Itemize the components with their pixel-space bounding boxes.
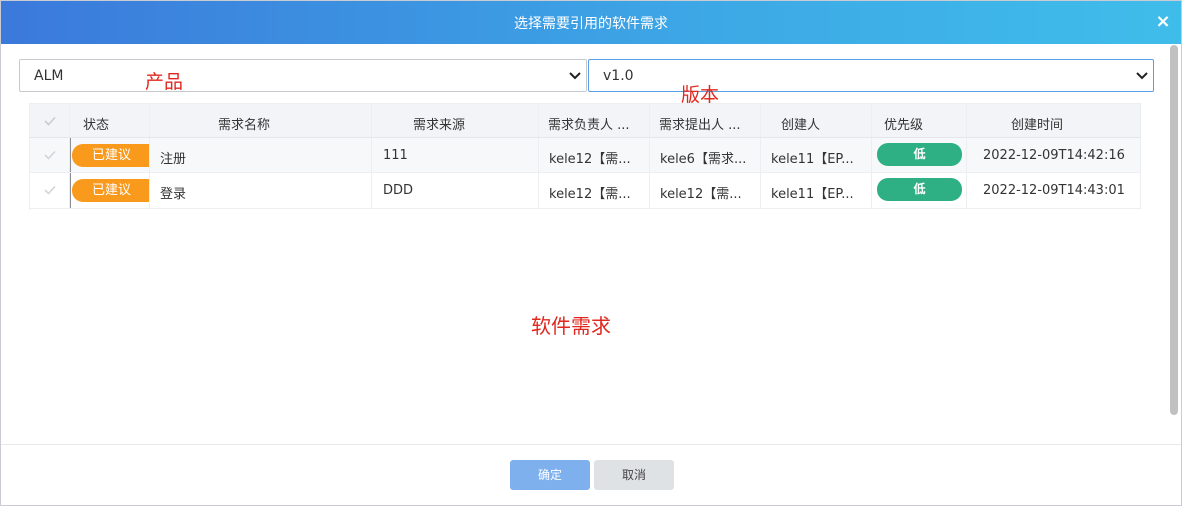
priority-badge: 低 — [877, 178, 962, 201]
column-header-name[interactable]: 需求名称 — [150, 104, 372, 137]
column-header-priority[interactable]: 优先级 — [872, 104, 967, 137]
column-header-proposer[interactable]: 需求提出人 ... — [650, 104, 761, 137]
dialog: 选择需要引用的软件需求 × ALM 产品 v1.0 版本 状态 需求名称 需求来… — [0, 0, 1182, 506]
column-header-owner[interactable]: 需求负责人 ... — [539, 104, 650, 137]
dialog-titlebar: 选择需要引用的软件需求 × — [1, 1, 1181, 44]
creator-cell: kele11【EP... — [761, 173, 872, 208]
row-checkbox[interactable] — [30, 138, 70, 172]
requirements-table: 状态 需求名称 需求来源 需求负责人 ... 需求提出人 ... 创建人 优先级… — [29, 103, 1141, 210]
close-icon[interactable]: × — [1153, 12, 1173, 32]
source-cell: DDD — [372, 173, 539, 208]
status-badge: 已建议 — [72, 144, 149, 167]
check-icon — [44, 150, 56, 160]
table-row[interactable]: 已建议 登录 DDD kele12【需... kele12【需... kele1… — [30, 173, 1141, 209]
chevron-down-icon — [1136, 72, 1148, 80]
chevron-down-icon — [569, 72, 581, 80]
scrollbar-thumb[interactable] — [1170, 45, 1178, 415]
vertical-scrollbar[interactable] — [1169, 45, 1181, 444]
column-header-source[interactable]: 需求来源 — [372, 104, 539, 137]
name-cell: 注册 — [150, 138, 372, 172]
created-cell: 2022-12-09T14:42:16 — [967, 138, 1141, 172]
product-select[interactable]: ALM — [19, 59, 587, 92]
status-cell: 已建议 — [70, 173, 150, 208]
footer-divider — [1, 444, 1181, 445]
table-row[interactable]: 已建议 注册 111 kele12【需... kele6【需求... kele1… — [30, 138, 1141, 173]
version-select[interactable]: v1.0 — [588, 59, 1154, 92]
cancel-button[interactable]: 取消 — [594, 460, 674, 490]
version-select-value: v1.0 — [603, 68, 634, 84]
dialog-title: 选择需要引用的软件需求 — [514, 16, 668, 32]
product-annotation: 产品 — [145, 71, 184, 93]
check-icon — [44, 116, 56, 126]
priority-cell: 低 — [872, 173, 967, 208]
owner-cell: kele12【需... — [539, 138, 650, 172]
check-icon — [44, 185, 56, 195]
owner-cell: kele12【需... — [539, 173, 650, 208]
proposer-cell: kele12【需... — [650, 173, 761, 208]
source-cell: 111 — [372, 138, 539, 172]
priority-cell: 低 — [872, 138, 967, 172]
column-header-created[interactable]: 创建时间 — [967, 104, 1141, 137]
status-badge: 已建议 — [72, 179, 149, 202]
column-header-status[interactable]: 状态 — [70, 104, 150, 137]
row-checkbox[interactable] — [30, 173, 70, 208]
select-all-cell[interactable] — [30, 104, 70, 137]
priority-badge: 低 — [877, 143, 962, 166]
confirm-button[interactable]: 确定 — [510, 460, 590, 490]
proposer-cell: kele6【需求... — [650, 138, 761, 172]
status-cell: 已建议 — [70, 138, 150, 172]
product-select-value: ALM — [34, 68, 64, 84]
table-header: 状态 需求名称 需求来源 需求负责人 ... 需求提出人 ... 创建人 优先级… — [30, 103, 1141, 138]
name-cell: 登录 — [150, 173, 372, 208]
creator-cell: kele11【EP... — [761, 138, 872, 172]
column-header-creator[interactable]: 创建人 — [761, 104, 872, 137]
created-cell: 2022-12-09T14:43:01 — [967, 173, 1141, 208]
software-requirements-annotation: 软件需求 — [531, 314, 611, 338]
